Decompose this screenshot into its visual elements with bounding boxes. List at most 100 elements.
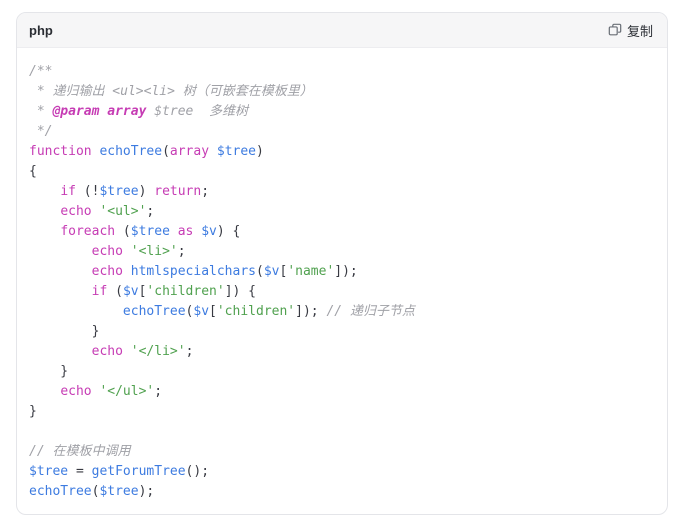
code-token: echoTree (123, 304, 186, 319)
code-token: @param array (52, 104, 146, 119)
code-line: echoTree($v['children']); // 递归子节点 (29, 302, 655, 322)
code-content: /** * 递归输出 <ul><li> 树（可嵌套在模板里） * @param … (17, 48, 667, 514)
code-token: (! (76, 184, 99, 199)
code-token: '</ul>' (99, 384, 154, 399)
code-token: ; (201, 184, 209, 199)
code-token: echo (92, 244, 123, 259)
code-token: $tree (99, 184, 138, 199)
code-line: foreach ($tree as $v) { (29, 222, 655, 242)
code-line: } (29, 322, 655, 342)
code-token: ; (178, 244, 186, 259)
code-token (29, 184, 60, 199)
code-token (29, 264, 92, 279)
code-token (29, 344, 92, 359)
code-token: ( (256, 264, 264, 279)
code-line: echo '</li>'; (29, 342, 655, 362)
code-token: { (29, 164, 37, 179)
code-line: /** (29, 62, 655, 82)
code-token: = (68, 464, 91, 479)
code-token: '<ul>' (99, 204, 146, 219)
code-block: php 复制 /** * 递归输出 <ul><li> 树（可嵌套在模板里） * … (16, 12, 668, 515)
code-token: $v (264, 264, 280, 279)
code-token: $tree (217, 144, 256, 159)
code-block-header: php 复制 (17, 13, 667, 48)
code-token: (); (186, 464, 209, 479)
code-token (29, 244, 92, 259)
code-line: // 在模板中调用 (29, 442, 655, 462)
code-token: as (178, 224, 194, 239)
code-token: if (60, 184, 76, 199)
code-token: if (92, 284, 108, 299)
code-line: $tree = getForumTree(); (29, 462, 655, 482)
code-token: function (29, 144, 92, 159)
copy-icon (608, 23, 622, 37)
code-token: } (29, 324, 99, 339)
code-line (29, 422, 655, 442)
code-token: ]); (334, 264, 357, 279)
code-token: echo (92, 264, 123, 279)
code-token (123, 344, 131, 359)
code-token: ( (107, 284, 123, 299)
code-token: /** (29, 64, 52, 79)
copy-button-label: 复制 (627, 21, 653, 40)
code-token: $tree (99, 484, 138, 499)
code-line: */ (29, 122, 655, 142)
code-line: echoTree($tree); (29, 482, 655, 502)
code-token: 'children' (146, 284, 224, 299)
code-token: } (29, 364, 68, 379)
code-token: // 在模板中调用 (29, 444, 130, 459)
code-token: return (154, 184, 201, 199)
code-token: '<li>' (131, 244, 178, 259)
code-token: [ (209, 304, 217, 319)
code-token: 'name' (287, 264, 334, 279)
code-token: htmlspecialchars (131, 264, 256, 279)
code-token: array (170, 144, 209, 159)
language-label: php (29, 23, 53, 38)
code-token: * (29, 104, 52, 119)
code-token: 'children' (217, 304, 295, 319)
code-token: '</li>' (131, 344, 186, 359)
code-line: if ($v['children']) { (29, 282, 655, 302)
code-token (29, 284, 92, 299)
code-token: echoTree (99, 144, 162, 159)
code-token: ; (154, 384, 162, 399)
code-token: ) (256, 144, 264, 159)
code: /** * 递归输出 <ul><li> 树（可嵌套在模板里） * @param … (29, 62, 655, 502)
code-token (170, 224, 178, 239)
code-token: getForumTree (92, 464, 186, 479)
code-line: { (29, 162, 655, 182)
code-token: ( (115, 224, 131, 239)
code-token (29, 204, 60, 219)
code-token: */ (29, 124, 52, 139)
code-line: } (29, 402, 655, 422)
code-token: ; (186, 344, 194, 359)
code-line: echo '<li>'; (29, 242, 655, 262)
code-token: $tree (131, 224, 170, 239)
code-token (29, 384, 60, 399)
code-token: ; (146, 204, 154, 219)
code-line: if (!$tree) return; (29, 182, 655, 202)
code-line: * @param array $tree 多维树 (29, 102, 655, 122)
code-token (29, 224, 60, 239)
code-token: echoTree (29, 484, 92, 499)
code-token (209, 144, 217, 159)
code-token: $v (201, 224, 217, 239)
code-token: ) (139, 184, 155, 199)
code-line: } (29, 362, 655, 382)
code-line: * 递归输出 <ul><li> 树（可嵌套在模板里） (29, 82, 655, 102)
code-token: echo (60, 204, 91, 219)
code-line: echo htmlspecialchars($v['name']); (29, 262, 655, 282)
code-token (123, 244, 131, 259)
code-token: ); (139, 484, 155, 499)
code-line: echo '</ul>'; (29, 382, 655, 402)
code-line: echo '<ul>'; (29, 202, 655, 222)
code-token: $tree (29, 464, 68, 479)
code-token: ( (162, 144, 170, 159)
code-token: $tree 多维树 (146, 104, 248, 119)
code-token: } (29, 404, 37, 419)
code-token: ]) { (225, 284, 256, 299)
copy-button[interactable]: 复制 (608, 19, 653, 42)
code-token: $v (193, 304, 209, 319)
code-token: echo (92, 344, 123, 359)
code-line: function echoTree(array $tree) (29, 142, 655, 162)
